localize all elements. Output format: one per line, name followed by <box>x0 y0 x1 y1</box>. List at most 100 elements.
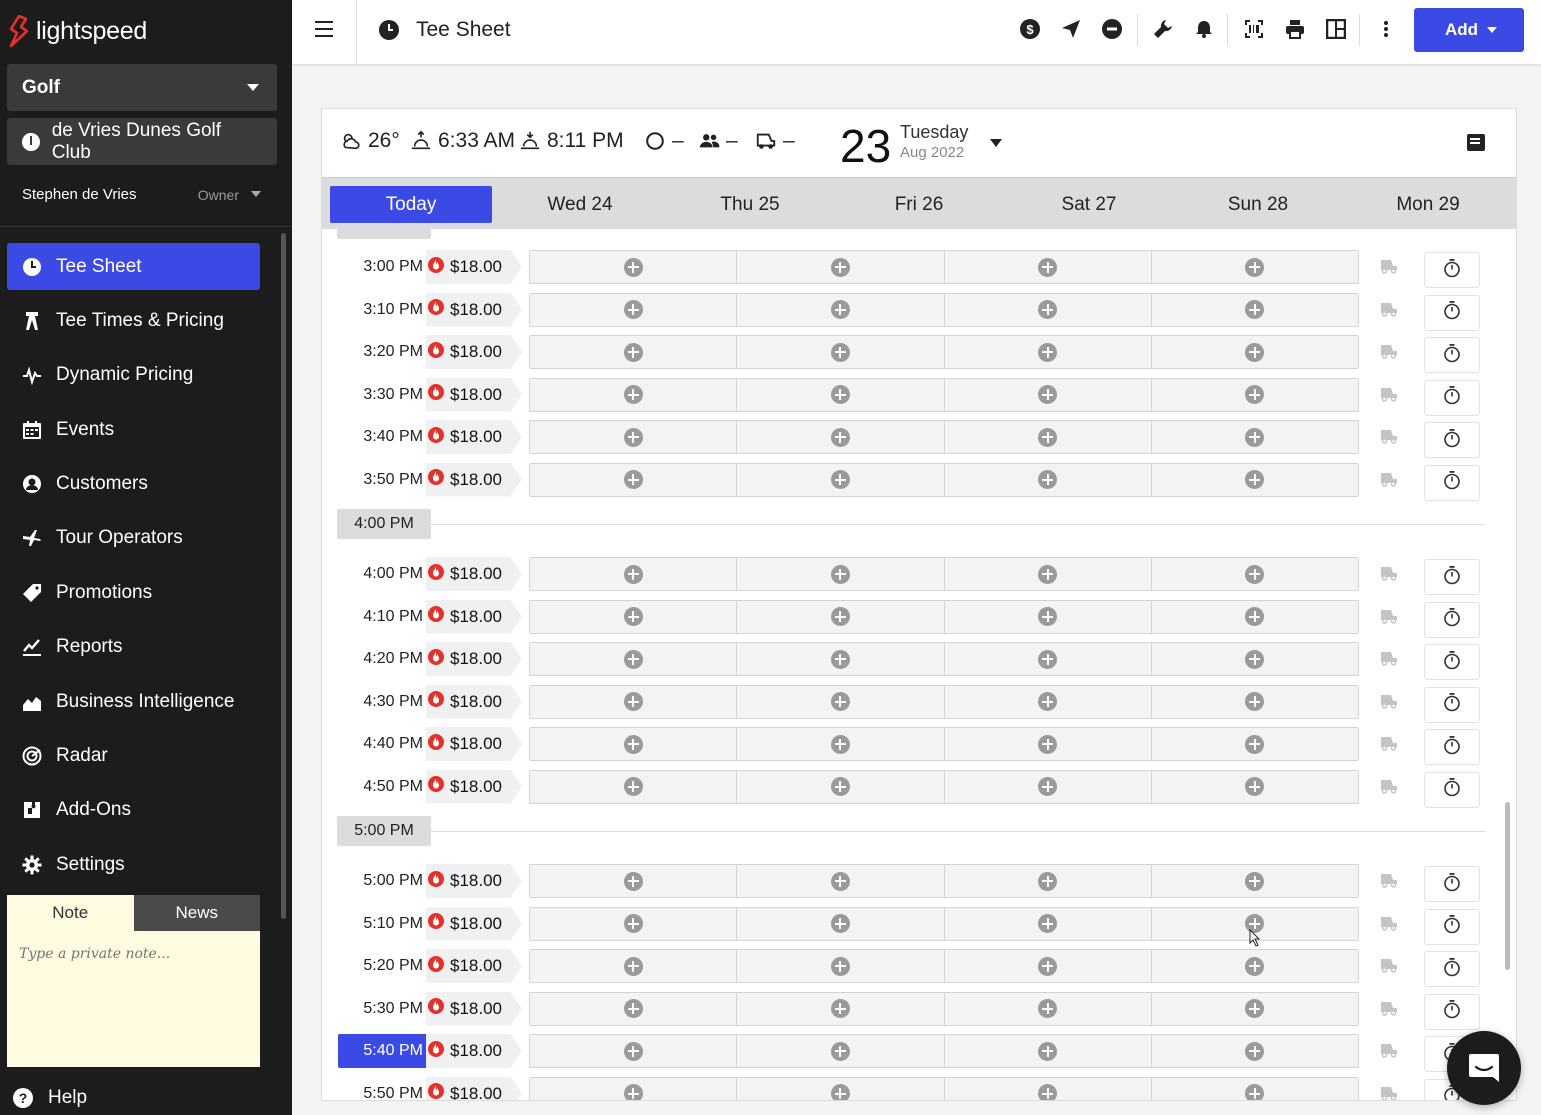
price-tag[interactable]: $18.00 <box>426 292 522 327</box>
golf-cart-icon[interactable] <box>1380 1000 1398 1016</box>
player-slot[interactable] <box>530 463 738 496</box>
tee-time-label[interactable]: 4:30 PM <box>338 685 431 719</box>
sidebar-item-settings[interactable]: Settings <box>7 841 260 888</box>
sidebar-item-tee-sheet[interactable]: Tee Sheet <box>7 243 260 290</box>
player-slot[interactable] <box>737 293 945 326</box>
tab-news[interactable]: News <box>133 895 260 931</box>
golf-cart-icon[interactable] <box>1380 608 1398 624</box>
player-slot[interactable] <box>1151 1077 1358 1100</box>
lightspeed-logo[interactable]: lightspeed <box>8 14 147 48</box>
player-slot[interactable] <box>1151 685 1358 718</box>
tab-day[interactable]: Wed 24 <box>499 186 661 223</box>
chat-button[interactable] <box>1447 1031 1521 1105</box>
player-slot[interactable] <box>944 992 1152 1025</box>
price-tag[interactable]: $18.00 <box>426 769 522 804</box>
player-slot[interactable] <box>530 992 738 1025</box>
golf-cart-icon[interactable] <box>1380 957 1398 973</box>
player-slot[interactable] <box>944 907 1152 940</box>
club-select[interactable]: de Vries Dunes Golf Club <box>7 118 277 165</box>
player-slot[interactable] <box>530 1035 738 1067</box>
player-slot[interactable] <box>944 600 1152 633</box>
player-slot[interactable] <box>530 907 738 940</box>
golf-cart-icon[interactable] <box>1380 301 1398 317</box>
player-slot[interactable] <box>737 251 945 283</box>
player-slot[interactable] <box>530 728 738 760</box>
bell-icon[interactable] <box>1193 18 1215 40</box>
add-button[interactable]: Add <box>1414 8 1524 52</box>
tab-day[interactable]: Fri 26 <box>838 186 1000 223</box>
price-tag[interactable]: $18.00 <box>426 335 522 369</box>
help-link[interactable]: ? Help <box>13 1087 87 1109</box>
price-tag[interactable]: $18.00 <box>426 1034 522 1068</box>
sidebar-item-radar[interactable]: Radar <box>7 733 260 780</box>
player-slot[interactable] <box>1151 463 1358 496</box>
tee-time-label[interactable]: 3:40 PM <box>338 420 431 454</box>
price-tag[interactable]: $18.00 <box>426 377 522 412</box>
sidebar-scrollbar[interactable] <box>281 233 286 919</box>
tab-day[interactable]: Thu 25 <box>669 186 831 223</box>
sidebar-item-reports[interactable]: Reports <box>7 624 260 671</box>
player-slot[interactable] <box>944 950 1152 982</box>
sidebar-item-dynamic-pricing[interactable]: Dynamic Pricing <box>7 352 260 399</box>
tee-time-label[interactable]: 4:50 PM <box>338 770 431 804</box>
timer-button[interactable] <box>1424 252 1480 288</box>
private-note-input[interactable] <box>7 931 260 1067</box>
player-slot[interactable] <box>530 421 738 453</box>
tee-time-label[interactable]: 3:30 PM <box>338 378 431 412</box>
player-slot[interactable] <box>944 558 1152 590</box>
tab-day[interactable]: Today <box>330 186 492 223</box>
timer-button[interactable] <box>1424 422 1480 458</box>
player-slot[interactable] <box>1151 251 1358 283</box>
player-slot[interactable] <box>1151 293 1358 326</box>
tee-time-label[interactable]: 4:40 PM <box>338 727 431 761</box>
tee-time-label[interactable]: 4:20 PM <box>338 642 431 676</box>
player-slot[interactable] <box>530 685 738 718</box>
sidebar-item-business-intelligence[interactable]: Business Intelligence <box>7 678 260 725</box>
sidebar-item-tour-operators[interactable]: Tour Operators <box>7 515 260 562</box>
tee-time-label[interactable]: 5:30 PM <box>338 992 431 1026</box>
player-slot[interactable] <box>944 1077 1152 1100</box>
tee-time-label[interactable]: 5:10 PM <box>338 907 431 941</box>
player-slot[interactable] <box>737 907 945 940</box>
player-slot[interactable] <box>737 378 945 411</box>
player-slot[interactable] <box>530 558 738 590</box>
wrench-icon[interactable] <box>1152 18 1174 40</box>
date-picker-chevron-icon[interactable] <box>990 139 1002 147</box>
notes-icon[interactable] <box>1467 134 1485 151</box>
timer-button[interactable] <box>1424 644 1480 680</box>
player-slot[interactable] <box>530 950 738 982</box>
player-slot[interactable] <box>944 770 1152 803</box>
user-menu[interactable]: Stephen de Vries Owner <box>22 186 267 203</box>
timer-button[interactable] <box>1424 993 1480 1030</box>
timer-button[interactable] <box>1424 559 1480 595</box>
minus-circle-icon[interactable] <box>1101 18 1123 40</box>
price-tag[interactable]: $18.00 <box>426 557 522 591</box>
player-slot[interactable] <box>737 770 945 803</box>
player-slot[interactable] <box>944 1035 1152 1067</box>
player-slot[interactable] <box>737 1035 945 1067</box>
player-slot[interactable] <box>530 770 738 803</box>
player-slot[interactable] <box>944 685 1152 718</box>
player-slot[interactable] <box>944 251 1152 283</box>
tab-day[interactable]: Sat 27 <box>1008 186 1170 223</box>
player-slot[interactable] <box>944 728 1152 760</box>
player-slot[interactable] <box>530 293 738 326</box>
barcode-icon[interactable] <box>1243 18 1265 40</box>
timer-button[interactable] <box>1424 908 1480 945</box>
golf-cart-icon[interactable] <box>1380 778 1398 794</box>
golf-cart-icon[interactable] <box>1380 915 1398 931</box>
golf-cart-icon[interactable] <box>1380 471 1398 487</box>
player-slot[interactable] <box>944 421 1152 453</box>
price-tag[interactable]: $18.00 <box>426 1076 522 1100</box>
price-tag[interactable]: $18.00 <box>426 599 522 634</box>
player-slot[interactable] <box>1151 770 1358 803</box>
golf-cart-icon[interactable] <box>1380 1042 1398 1058</box>
price-tag[interactable]: $18.00 <box>426 684 522 719</box>
price-tag[interactable]: $18.00 <box>426 949 522 983</box>
tee-time-label[interactable]: 3:00 PM <box>338 250 431 284</box>
player-slot[interactable] <box>737 558 945 590</box>
golf-cart-icon[interactable] <box>1380 735 1398 751</box>
timer-button[interactable] <box>1424 771 1480 808</box>
player-slot[interactable] <box>1151 378 1358 411</box>
golf-cart-icon[interactable] <box>1380 258 1398 274</box>
